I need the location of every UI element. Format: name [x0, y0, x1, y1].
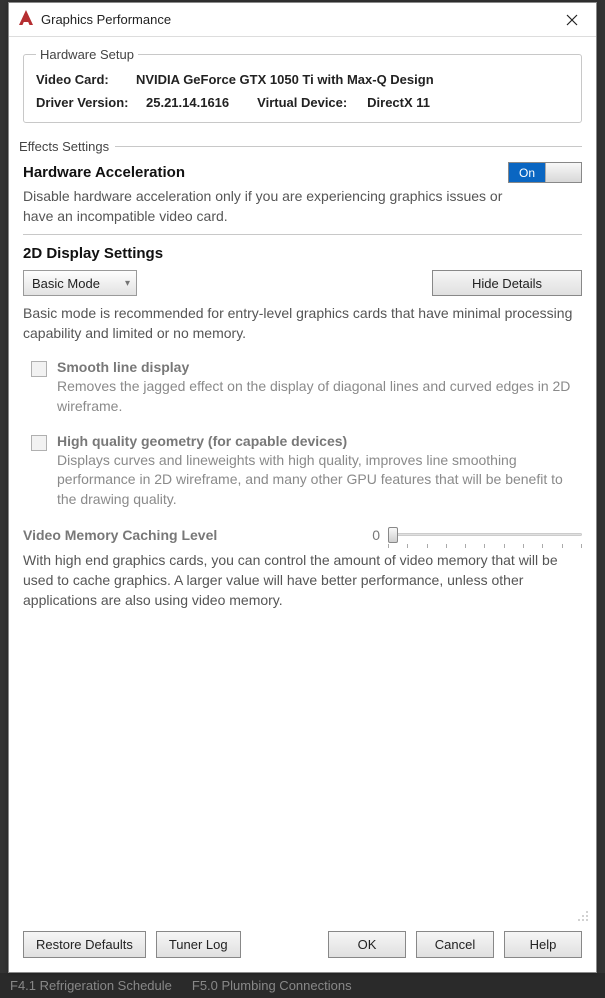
video-memory-caching-description: With high end graphics cards, you can co…	[23, 551, 582, 610]
dialog-footer: Restore Defaults Tuner Log OK Cancel Hel…	[9, 921, 596, 972]
divider	[23, 234, 582, 235]
bg-tab-2: F5.0 Plumbing Connections	[192, 978, 352, 993]
chevron-down-icon: ▾	[125, 278, 130, 289]
video-memory-caching-slider[interactable]	[388, 525, 582, 545]
display-mode-description: Basic mode is recommended for entry-leve…	[23, 304, 582, 343]
autocad-logo-icon	[17, 9, 35, 30]
high-quality-geometry-description: Displays curves and lineweights with hig…	[57, 451, 582, 510]
video-card-label: Video Card:	[36, 72, 136, 87]
graphics-performance-dialog: Graphics Performance Hardware Setup Vide…	[8, 2, 597, 973]
cancel-button[interactable]: Cancel	[416, 931, 494, 958]
bg-tab-1: F4.1 Refrigeration Schedule	[10, 978, 172, 993]
high-quality-geometry-checkbox[interactable]	[31, 435, 47, 451]
driver-version-value: 25.21.14.1616	[146, 95, 229, 110]
slider-thumb[interactable]	[388, 527, 398, 543]
resize-grip-icon[interactable]	[576, 909, 590, 921]
background-tabs: F4.1 Refrigeration Schedule F5.0 Plumbin…	[0, 973, 605, 998]
hardware-acceleration-title: Hardware Acceleration	[23, 164, 508, 181]
video-memory-caching-value: 0	[372, 527, 380, 543]
virtual-device-label: Virtual Device:	[257, 95, 367, 110]
hardware-setup-legend: Hardware Setup	[36, 47, 138, 62]
help-button[interactable]: Help	[504, 931, 582, 958]
video-card-value: NVIDIA GeForce GTX 1050 Ti with Max-Q De…	[136, 72, 434, 87]
hide-details-button[interactable]: Hide Details	[432, 270, 582, 296]
2d-display-settings-title: 2D Display Settings	[23, 245, 582, 262]
video-memory-caching-label: Video Memory Caching Level	[23, 527, 372, 543]
smooth-line-display-description: Removes the jagged effect on the display…	[57, 377, 582, 416]
effects-settings-group: Effects Settings Hardware Acceleration O…	[23, 139, 582, 610]
smooth-line-display-title: Smooth line display	[57, 359, 582, 375]
display-mode-dropdown[interactable]: Basic Mode ▾	[23, 270, 137, 296]
ok-button[interactable]: OK	[328, 931, 406, 958]
hardware-acceleration-toggle[interactable]: On	[508, 162, 582, 183]
titlebar: Graphics Performance	[9, 3, 596, 37]
smooth-line-display-checkbox[interactable]	[31, 361, 47, 377]
tuner-log-button[interactable]: Tuner Log	[156, 931, 241, 958]
close-icon	[566, 14, 578, 26]
window-title: Graphics Performance	[41, 12, 552, 27]
high-quality-geometry-title: High quality geometry (for capable devic…	[57, 433, 582, 449]
hardware-acceleration-description: Disable hardware acceleration only if yo…	[23, 187, 503, 226]
effects-settings-legend: Effects Settings	[19, 139, 115, 154]
toggle-on-label: On	[509, 163, 545, 182]
close-button[interactable]	[552, 5, 592, 35]
driver-version-label: Driver Version:	[36, 95, 146, 110]
restore-defaults-button[interactable]: Restore Defaults	[23, 931, 146, 958]
high-quality-geometry-option: High quality geometry (for capable devic…	[23, 433, 582, 510]
virtual-device-value: DirectX 11	[367, 95, 430, 110]
toggle-off-segment	[545, 163, 581, 182]
smooth-line-display-option: Smooth line display Removes the jagged e…	[23, 359, 582, 416]
display-mode-selected: Basic Mode	[32, 276, 100, 291]
slider-track	[388, 533, 582, 536]
slider-ticks	[388, 544, 582, 548]
hardware-setup-group: Hardware Setup Video Card: NVIDIA GeForc…	[23, 47, 582, 123]
